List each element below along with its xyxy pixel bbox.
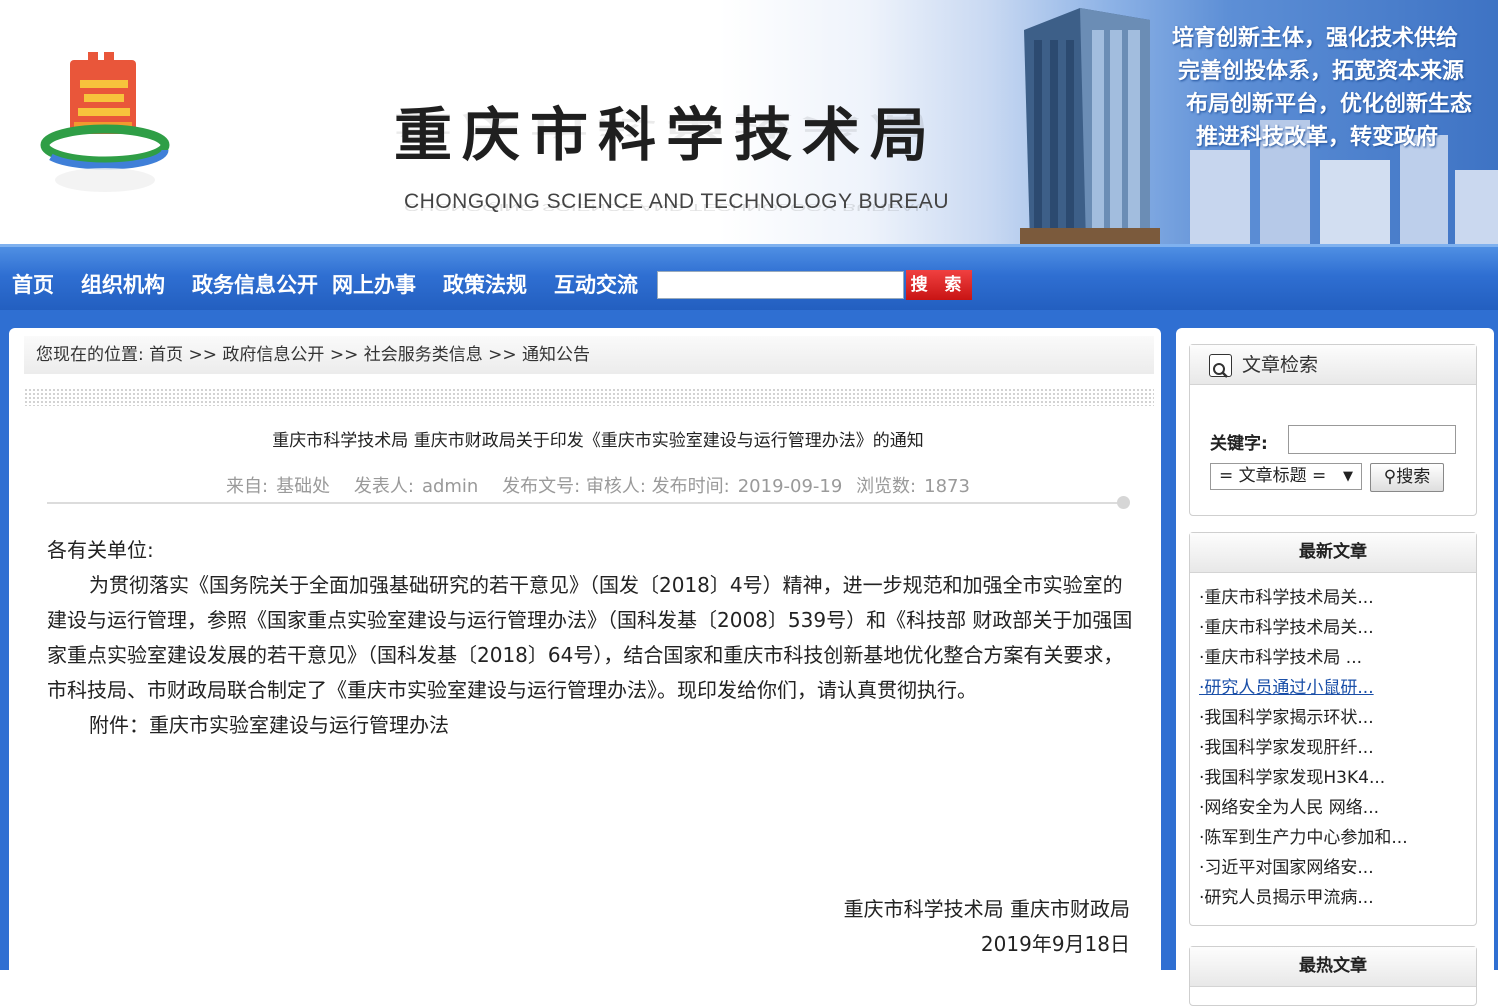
- meta-source: 基础处: [276, 476, 331, 497]
- slogan-line: 培育创新主体，强化技术供给: [1172, 26, 1459, 51]
- nav-item-organization[interactable]: 组织机构: [81, 269, 165, 299]
- latest-article-link-hovered[interactable]: ·研究人员通过小鼠研...: [1199, 673, 1476, 703]
- latest-articles-title: 最新文章: [1190, 533, 1476, 573]
- meta-source-label: 来自:: [226, 476, 269, 497]
- hot-articles-title: 最热文章: [1190, 947, 1476, 987]
- dotted-divider: [24, 388, 1154, 406]
- site-header: 重庆市科学技术局 重庆市科学技术局 CHONGQING SCIENCE AND …: [0, 0, 1498, 244]
- keyword-label: 关键字:: [1210, 434, 1268, 454]
- sidebar: 文章检索 关键字: = 文章标题 = ▼ ⚲搜索 最新文章 ·重庆市科学技术局关…: [1176, 328, 1494, 1006]
- sidebar-search-button[interactable]: ⚲搜索: [1370, 463, 1444, 492]
- slogan-line: 推进科技改革，转变政府: [1196, 125, 1439, 150]
- meta-author: admin: [421, 476, 479, 497]
- nav-items: 首页 组织机构 政务信息公开 网上办事 政策法规 互动交流: [0, 269, 638, 299]
- article-search-title: 文章检索: [1242, 354, 1319, 376]
- latest-article-link[interactable]: ·陈军到生产力中心参加和...: [1199, 823, 1476, 853]
- latest-article-link[interactable]: ·我国科学家发现肝纤...: [1199, 733, 1476, 763]
- latest-article-link[interactable]: ·研究人员揭示甲流病...: [1199, 883, 1476, 913]
- search-field-select[interactable]: = 文章标题 = ▼: [1210, 463, 1362, 490]
- article-title: 重庆市科学技术局 重庆市财政局关于印发《重庆市实验室建设与运行管理办法》的通知: [272, 431, 924, 451]
- breadcrumb: 您现在的位置: 首页 >> 政府信息公开 >> 社会服务类信息 >> 通知公告: [24, 336, 1154, 374]
- nav-search-input[interactable]: [657, 271, 904, 299]
- signature-org: 重庆市科学技术局 重庆市财政局: [843, 897, 1130, 921]
- nav-search-button[interactable]: 搜 索: [906, 270, 972, 300]
- bureau-logo: [40, 52, 170, 192]
- meta-date: 2019-09-19: [737, 476, 843, 497]
- article-paragraph: 为贯彻落实《国务院关于全面加强基础研究的若干意见》（国发〔2018〕4号）精神，…: [47, 573, 1133, 702]
- meta-views: 1873: [924, 476, 970, 497]
- meta-author-label: 发表人:: [353, 476, 414, 497]
- article-attachment[interactable]: 附件：重庆市实验室建设与运行管理办法: [47, 708, 1137, 743]
- latest-article-link[interactable]: ·我国科学家发现H3K4...: [1199, 763, 1476, 793]
- search-icon: [1209, 354, 1232, 378]
- meta-views-label: 浏览数:: [856, 476, 917, 497]
- article-search-box: 文章检索 关键字: = 文章标题 = ▼ ⚲搜索: [1189, 344, 1477, 516]
- main-nav: 首页 组织机构 政务信息公开 网上办事 政策法规 互动交流 搜 索: [0, 244, 1498, 310]
- site-title-reflection: 重庆市科学技术局: [394, 109, 939, 141]
- meta-doc-label: 发布文号: 审核人: 发布时间:: [502, 476, 730, 497]
- nav-item-home[interactable]: 首页: [12, 269, 54, 299]
- latest-article-link[interactable]: ·网络安全为人民 网络...: [1199, 793, 1476, 823]
- latest-articles-box: 最新文章 ·重庆市科学技术局关... ·重庆市科学技术局关... ·重庆市科学技…: [1189, 532, 1477, 926]
- nav-item-policies[interactable]: 政策法规: [443, 269, 527, 299]
- title-rule: [47, 502, 1123, 504]
- hot-articles-box: 最热文章: [1189, 946, 1477, 1006]
- latest-article-link[interactable]: ·重庆市科学技术局 ...: [1199, 643, 1476, 673]
- sidebar-search-label: 搜索: [1396, 467, 1431, 487]
- site-title-en-reflection: CHONGQING SCIENCE AND TECHNOLOGY BUREAU: [404, 201, 930, 214]
- nav-item-online-services[interactable]: 网上办事: [332, 269, 416, 299]
- nav-item-interaction[interactable]: 互动交流: [554, 269, 638, 299]
- article-search-header: 文章检索: [1190, 345, 1476, 385]
- slogan-list: 培育创新主体，强化技术供给 完善创投体系，拓宽资本来源 布局创新平台，优化创新生…: [1172, 22, 1498, 154]
- keyword-input[interactable]: [1288, 425, 1456, 454]
- slogan-line: 完善创投体系，拓宽资本来源: [1178, 59, 1465, 84]
- article-salutation: 各有关单位:: [47, 538, 154, 562]
- latest-articles-list: ·重庆市科学技术局关... ·重庆市科学技术局关... ·重庆市科学技术局 ..…: [1190, 573, 1476, 913]
- magnifier-icon: ⚲: [1383, 467, 1397, 487]
- latest-article-link[interactable]: ·重庆市科学技术局关...: [1199, 613, 1476, 643]
- nav-item-gov-info[interactable]: 政务信息公开: [192, 269, 318, 299]
- article-signature: 重庆市科学技术局 重庆市财政局 2019年9月18日: [609, 892, 1130, 962]
- signature-date: 2019年9月18日: [980, 932, 1130, 956]
- article-meta: 来自: 基础处 发表人: admin 发布文号: 审核人: 发布时间: 2019-09…: [45, 472, 1151, 498]
- slogan-line: 布局创新平台，优化创新生态: [1186, 92, 1473, 117]
- dropdown-arrow-icon: ▼: [1343, 469, 1353, 484]
- title-rule-dot: [1117, 496, 1130, 509]
- content-panel: 您现在的位置: 首页 >> 政府信息公开 >> 社会服务类信息 >> 通知公告 …: [9, 328, 1161, 970]
- latest-article-link[interactable]: ·我国科学家揭示环状...: [1199, 703, 1476, 733]
- latest-article-link[interactable]: ·习近平对国家网络安...: [1199, 853, 1476, 883]
- search-field-value: = 文章标题 =: [1219, 466, 1327, 486]
- latest-article-link[interactable]: ·重庆市科学技术局关...: [1199, 583, 1476, 613]
- article-body: 各有关单位: 为贯彻落实《国务院关于全面加强基础研究的若干意见》（国发〔2018…: [47, 533, 1137, 743]
